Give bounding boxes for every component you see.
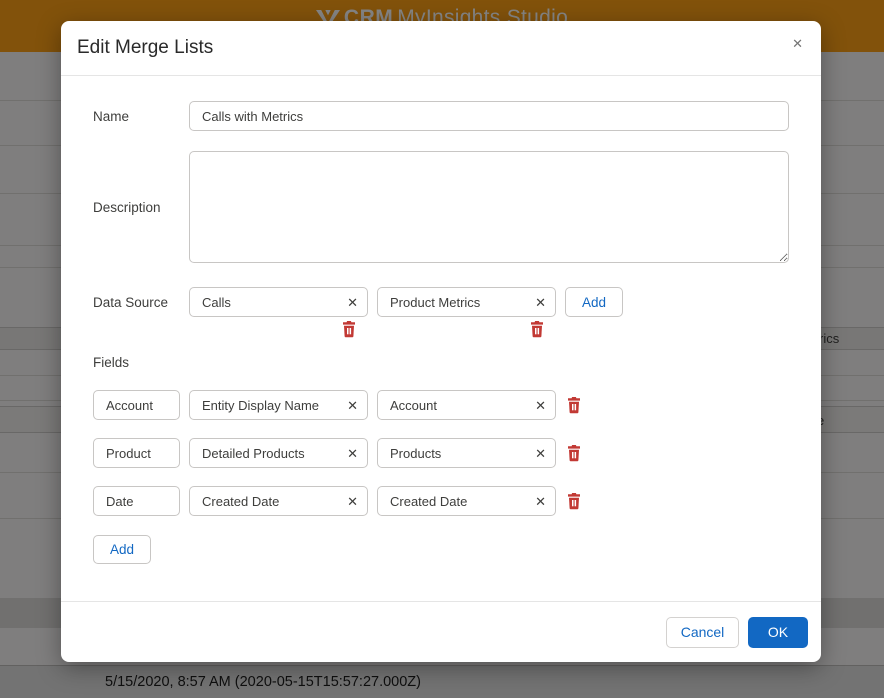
clear-icon[interactable]: ✕ <box>531 296 546 309</box>
field-source-combobox[interactable]: Detailed Products ✕ <box>189 438 368 468</box>
modal-header: Edit Merge Lists ✕ <box>61 21 821 76</box>
delete-field-trash-icon[interactable] <box>567 445 581 462</box>
close-icon[interactable]: ✕ <box>792 37 803 50</box>
name-input[interactable] <box>189 101 789 131</box>
modal-title: Edit Merge Lists <box>77 37 213 59</box>
data-source-label: Data Source <box>93 295 189 310</box>
field-name-input[interactable] <box>93 390 180 420</box>
description-label: Description <box>93 200 189 215</box>
field-target-value: Account <box>390 398 437 413</box>
field-target-combobox[interactable]: Products ✕ <box>377 438 556 468</box>
delete-field-trash-icon[interactable] <box>567 493 581 510</box>
screen: CRM MyInsights Studio rics e 5/15/2020, … <box>0 0 884 698</box>
name-row: Name <box>93 101 789 131</box>
field-target-value: Created Date <box>390 494 467 509</box>
modal-body: Name Description Data Source Calls ✕ Pro… <box>61 76 821 564</box>
data-source-combobox-1[interactable]: Calls ✕ <box>189 287 368 317</box>
field-row-product: Detailed Products ✕ Products ✕ <box>93 438 789 468</box>
field-source-combobox[interactable]: Created Date ✕ <box>189 486 368 516</box>
add-data-source-button[interactable]: Add <box>565 287 623 317</box>
clear-icon[interactable]: ✕ <box>343 399 358 412</box>
delete-data-source-2-trash-icon[interactable] <box>530 321 544 338</box>
clear-icon[interactable]: ✕ <box>343 296 358 309</box>
cancel-button[interactable]: Cancel <box>666 617 739 648</box>
field-source-value: Detailed Products <box>202 446 305 461</box>
field-name-input[interactable] <box>93 486 180 516</box>
field-name-input[interactable] <box>93 438 180 468</box>
field-source-combobox[interactable]: Entity Display Name ✕ <box>189 390 368 420</box>
name-label: Name <box>93 109 189 124</box>
field-target-combobox[interactable]: Account ✕ <box>377 390 556 420</box>
delete-data-source-1-trash-icon[interactable] <box>342 321 356 338</box>
field-target-combobox[interactable]: Created Date ✕ <box>377 486 556 516</box>
clear-icon[interactable]: ✕ <box>343 447 358 460</box>
clear-icon[interactable]: ✕ <box>531 447 546 460</box>
field-row-account: Entity Display Name ✕ Account ✕ <box>93 390 789 420</box>
data-source-trash-row <box>189 321 789 338</box>
description-row: Description <box>93 151 789 263</box>
data-source-row: Data Source Calls ✕ Product Metrics ✕ Ad… <box>93 287 789 317</box>
data-source-value-1: Calls <box>202 295 231 310</box>
clear-icon[interactable]: ✕ <box>343 495 358 508</box>
data-source-value-2: Product Metrics <box>390 295 480 310</box>
field-target-value: Products <box>390 446 441 461</box>
delete-field-trash-icon[interactable] <box>567 397 581 414</box>
description-input[interactable] <box>189 151 789 263</box>
clear-icon[interactable]: ✕ <box>531 495 546 508</box>
field-row-date: Created Date ✕ Created Date ✕ <box>93 486 789 516</box>
modal-footer: Cancel OK <box>61 601 821 662</box>
clear-icon[interactable]: ✕ <box>531 399 546 412</box>
field-source-value: Entity Display Name <box>202 398 319 413</box>
edit-merge-lists-modal: Edit Merge Lists ✕ Name Description Data… <box>61 21 821 662</box>
fields-label: Fields <box>93 355 789 370</box>
field-source-value: Created Date <box>202 494 279 509</box>
add-field-button[interactable]: Add <box>93 535 151 564</box>
ok-button[interactable]: OK <box>748 617 808 648</box>
data-source-combobox-2[interactable]: Product Metrics ✕ <box>377 287 556 317</box>
